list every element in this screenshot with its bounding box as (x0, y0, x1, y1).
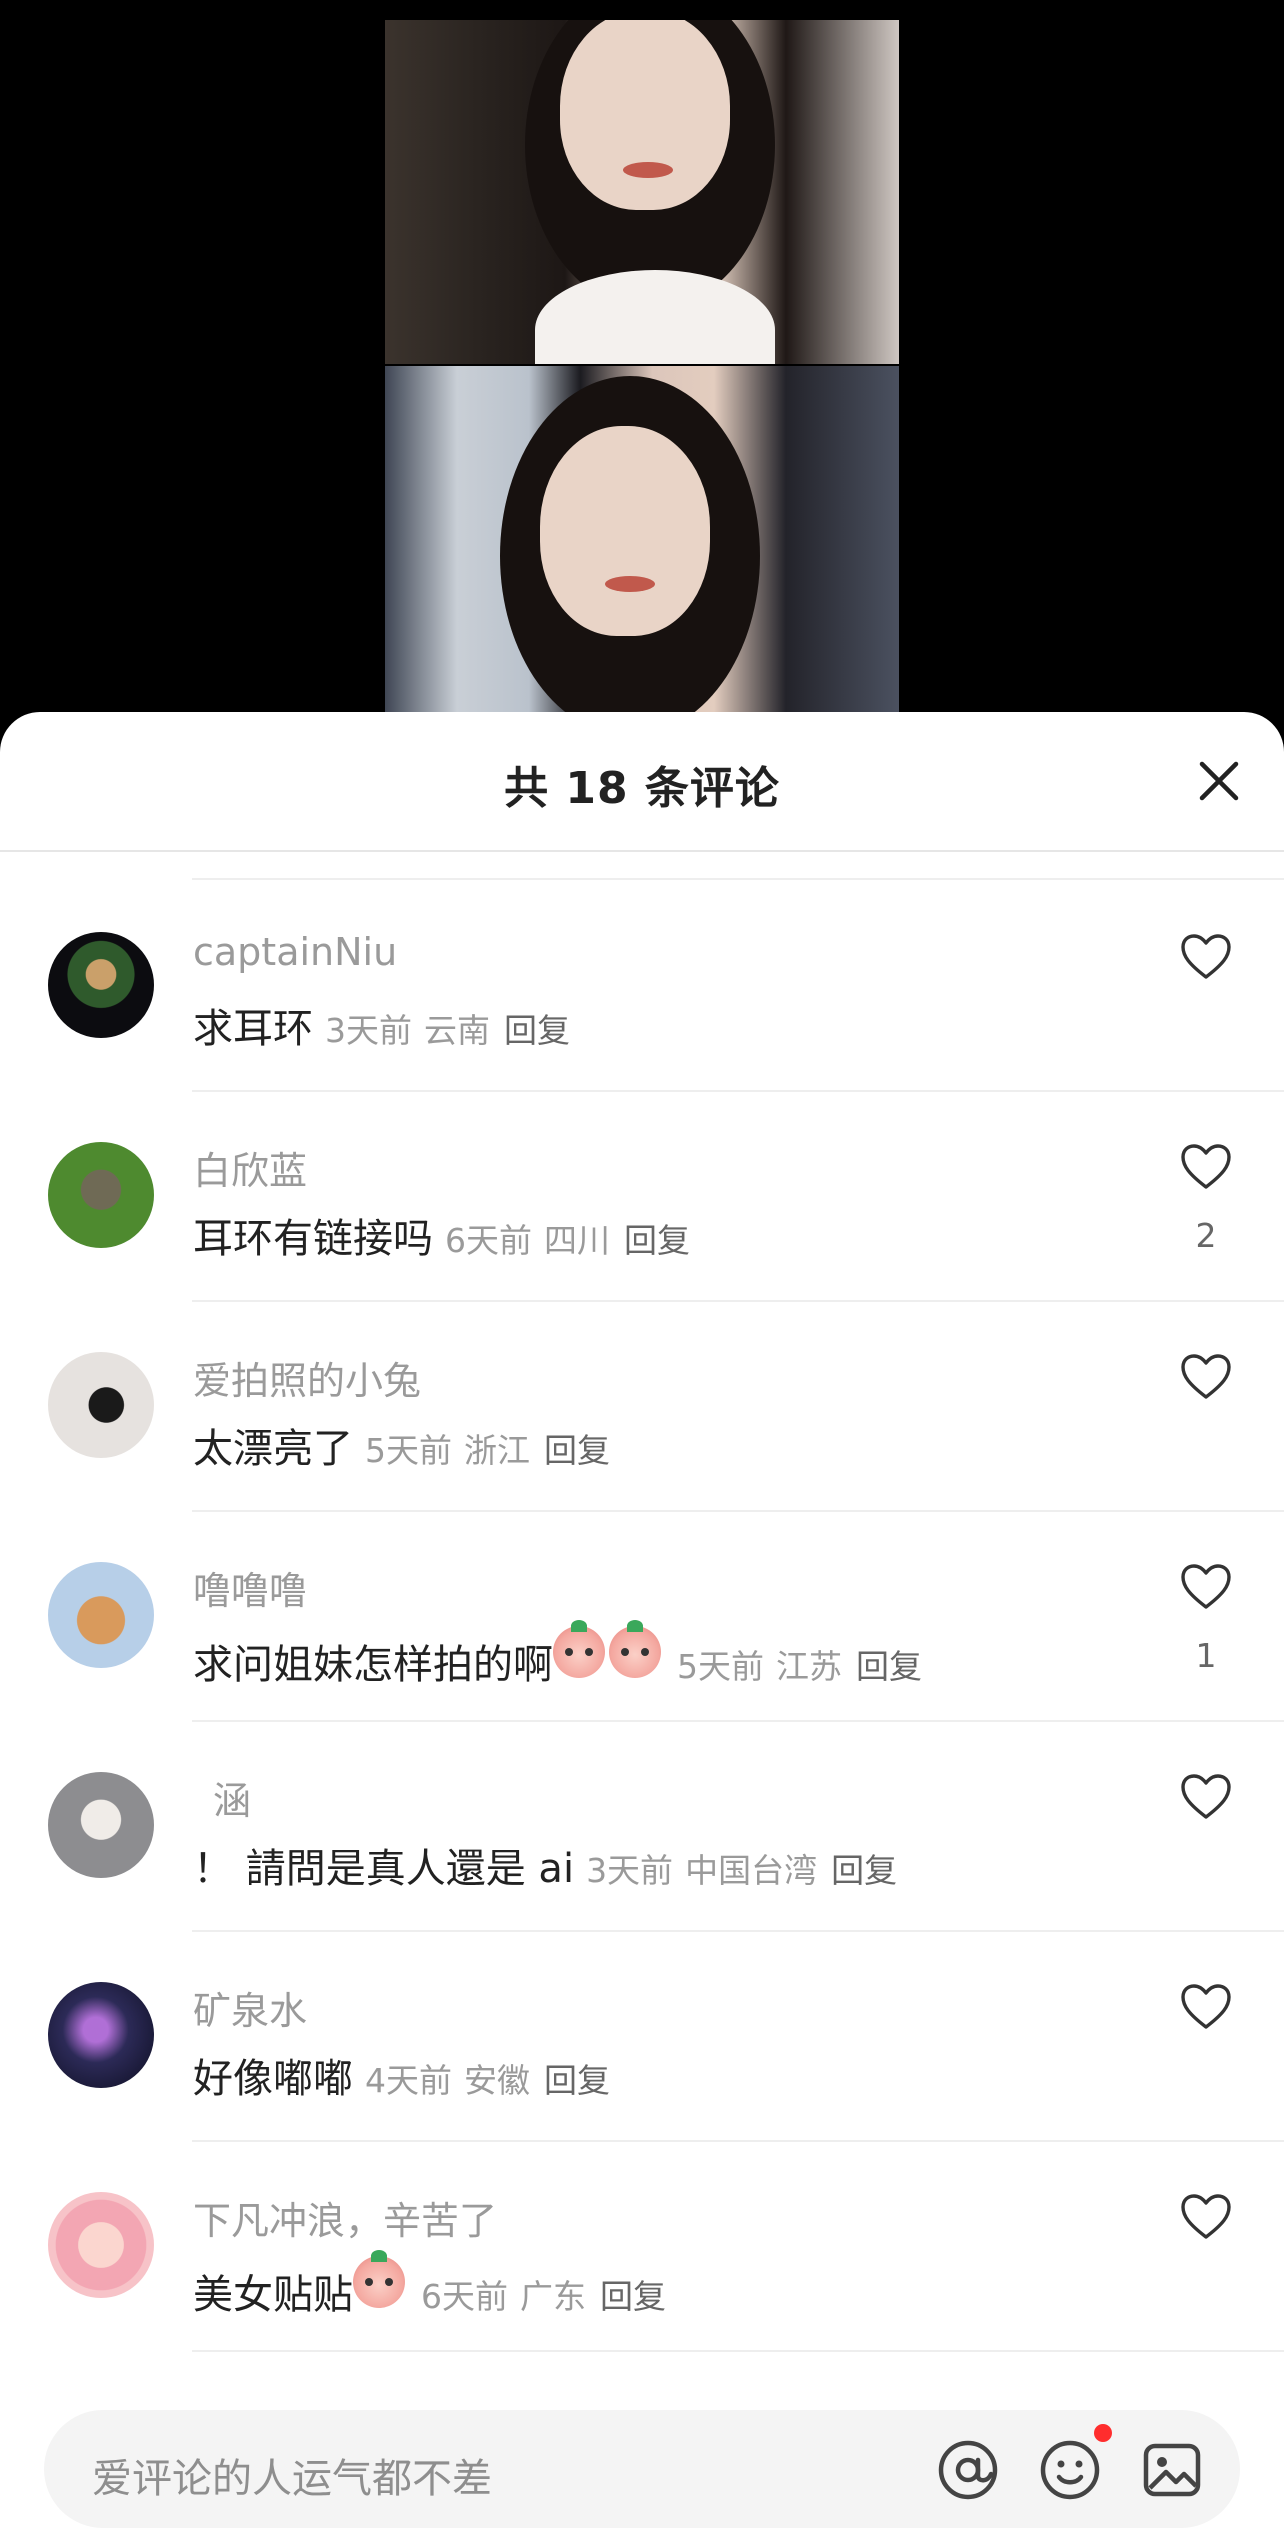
avatar[interactable] (48, 1142, 154, 1248)
comment-text: 耳环有链接吗 (193, 1216, 433, 1262)
sheet-header: 共 18 条评论 (0, 712, 1284, 852)
avatar[interactable] (48, 2192, 154, 2298)
comment-item: 噜噜噜 求问姐妹怎样拍的啊 5天前 江苏 回复 1 (0, 1512, 1284, 1722)
comment-region: 广东 (520, 2277, 586, 2316)
reply-button[interactable]: 回复 (831, 1844, 897, 1892)
comment-username[interactable]: 噜噜噜 (193, 1560, 307, 1615)
reply-button[interactable]: 回复 (624, 1214, 690, 1262)
comment-item: 爱拍照的小兔 太漂亮了 5天前 浙江 回复 (0, 1302, 1284, 1512)
comment-count-title: 共 18 条评论 (504, 763, 780, 814)
avatar[interactable] (48, 1562, 154, 1668)
image-icon[interactable] (1140, 2438, 1204, 2502)
comment-item: 下凡冲浪，辛苦了 美女贴贴 6天前 广东 回复 (0, 2142, 1284, 2352)
comment-username[interactable]: captainNiu (193, 930, 397, 974)
blush-sticker-icon (553, 1620, 605, 1678)
at-icon[interactable] (936, 2438, 1000, 2502)
comment-item: 矿泉水 好像嘟嘟 4天前 安徽 回复 (0, 1932, 1284, 2142)
heart-outline-icon[interactable] (1180, 1984, 1232, 2030)
notification-dot (1094, 2424, 1112, 2442)
comment-username[interactable]: 涵 (213, 1770, 251, 1825)
heart-outline-icon[interactable] (1180, 934, 1232, 980)
comment-username[interactable]: 矿泉水 (193, 1980, 307, 2035)
comment-list[interactable]: captainNiu 求耳环 3天前 云南 回复 白欣蓝 耳环有链接吗 6天前 … (0, 878, 1284, 2352)
comment-item: 白欣蓝 耳环有链接吗 6天前 四川 回复 2 (0, 1092, 1284, 1302)
comment-time: 3天前 (586, 1851, 674, 1890)
heart-outline-icon[interactable] (1180, 1774, 1232, 1820)
comment-text: 求耳环 (193, 1006, 313, 1052)
reply-button[interactable]: 回复 (544, 1424, 610, 1472)
comment-time: 5天前 (365, 1431, 452, 1470)
comment-input[interactable]: 爱评论的人运气都不差 (44, 2410, 1240, 2528)
heart-outline-icon[interactable] (1180, 2194, 1232, 2240)
avatar[interactable] (48, 1772, 154, 1878)
avatar[interactable] (48, 932, 154, 1038)
heart-outline-icon[interactable] (1180, 1354, 1232, 1400)
comment-region: 浙江 (464, 1431, 530, 1470)
reply-button[interactable]: 回复 (504, 1004, 570, 1052)
comment-username[interactable]: 爱拍照的小兔 (193, 1350, 421, 1405)
media-viewer (0, 0, 1284, 720)
comment-text: ！ 請問是真人還是 ai (193, 1846, 575, 1892)
smiley-icon[interactable] (1038, 2438, 1102, 2502)
photo-2[interactable] (385, 366, 899, 720)
comment-time: 6天前 (445, 1221, 532, 1260)
comment-input-placeholder: 爱评论的人运气都不差 (92, 2456, 492, 2502)
avatar[interactable] (48, 1352, 154, 1458)
like-count: 1 (1195, 1636, 1217, 1675)
comment-sheet: 共 18 条评论 captainNiu 求耳环 3天前 云南 回复 白欣蓝 耳环… (0, 712, 1284, 2536)
comment-text: 太漂亮了 (193, 1426, 353, 1472)
comment-item: 涵 ！ 請問是真人還是 ai 3天前 中国台湾 回复 (0, 1722, 1284, 1932)
comment-region: 中国台湾 (685, 1851, 818, 1890)
comment-time: 6天前 (421, 2277, 508, 2316)
comment-item: captainNiu 求耳环 3天前 云南 回复 (0, 882, 1284, 1092)
comment-region: 安徽 (464, 2061, 530, 2100)
avatar[interactable] (48, 1982, 154, 2088)
reply-button[interactable]: 回复 (544, 2054, 610, 2102)
reply-button[interactable]: 回复 (600, 2270, 666, 2318)
sticker-icon (353, 2250, 405, 2308)
comment-username[interactable]: 白欣蓝 (193, 1140, 307, 1195)
blush-sticker-icon (609, 1620, 661, 1678)
like-count: 2 (1195, 1216, 1217, 1255)
comment-input-bar: 爱评论的人运气都不差 (0, 2380, 1284, 2536)
comment-time: 5天前 (677, 1647, 764, 1686)
comment-time: 3天前 (325, 1011, 412, 1050)
reply-button[interactable]: 回复 (856, 1640, 922, 1688)
comment-username[interactable]: 下凡冲浪，辛苦了 (193, 2190, 497, 2245)
comment-region: 云南 (424, 1011, 490, 1050)
comment-region: 四川 (544, 1221, 610, 1260)
comment-text: 求问姐妹怎样拍的啊 (193, 1642, 553, 1688)
comment-time: 4天前 (365, 2061, 452, 2100)
comment-text: 好像嘟嘟 (193, 2056, 353, 2102)
comment-region: 江苏 (776, 1647, 842, 1686)
close-icon[interactable] (1194, 756, 1244, 806)
comment-text: 美女贴贴 (193, 2272, 353, 2318)
heart-outline-icon[interactable] (1180, 1144, 1232, 1190)
photo-1[interactable] (385, 20, 899, 364)
heart-outline-icon[interactable] (1180, 1564, 1232, 1610)
